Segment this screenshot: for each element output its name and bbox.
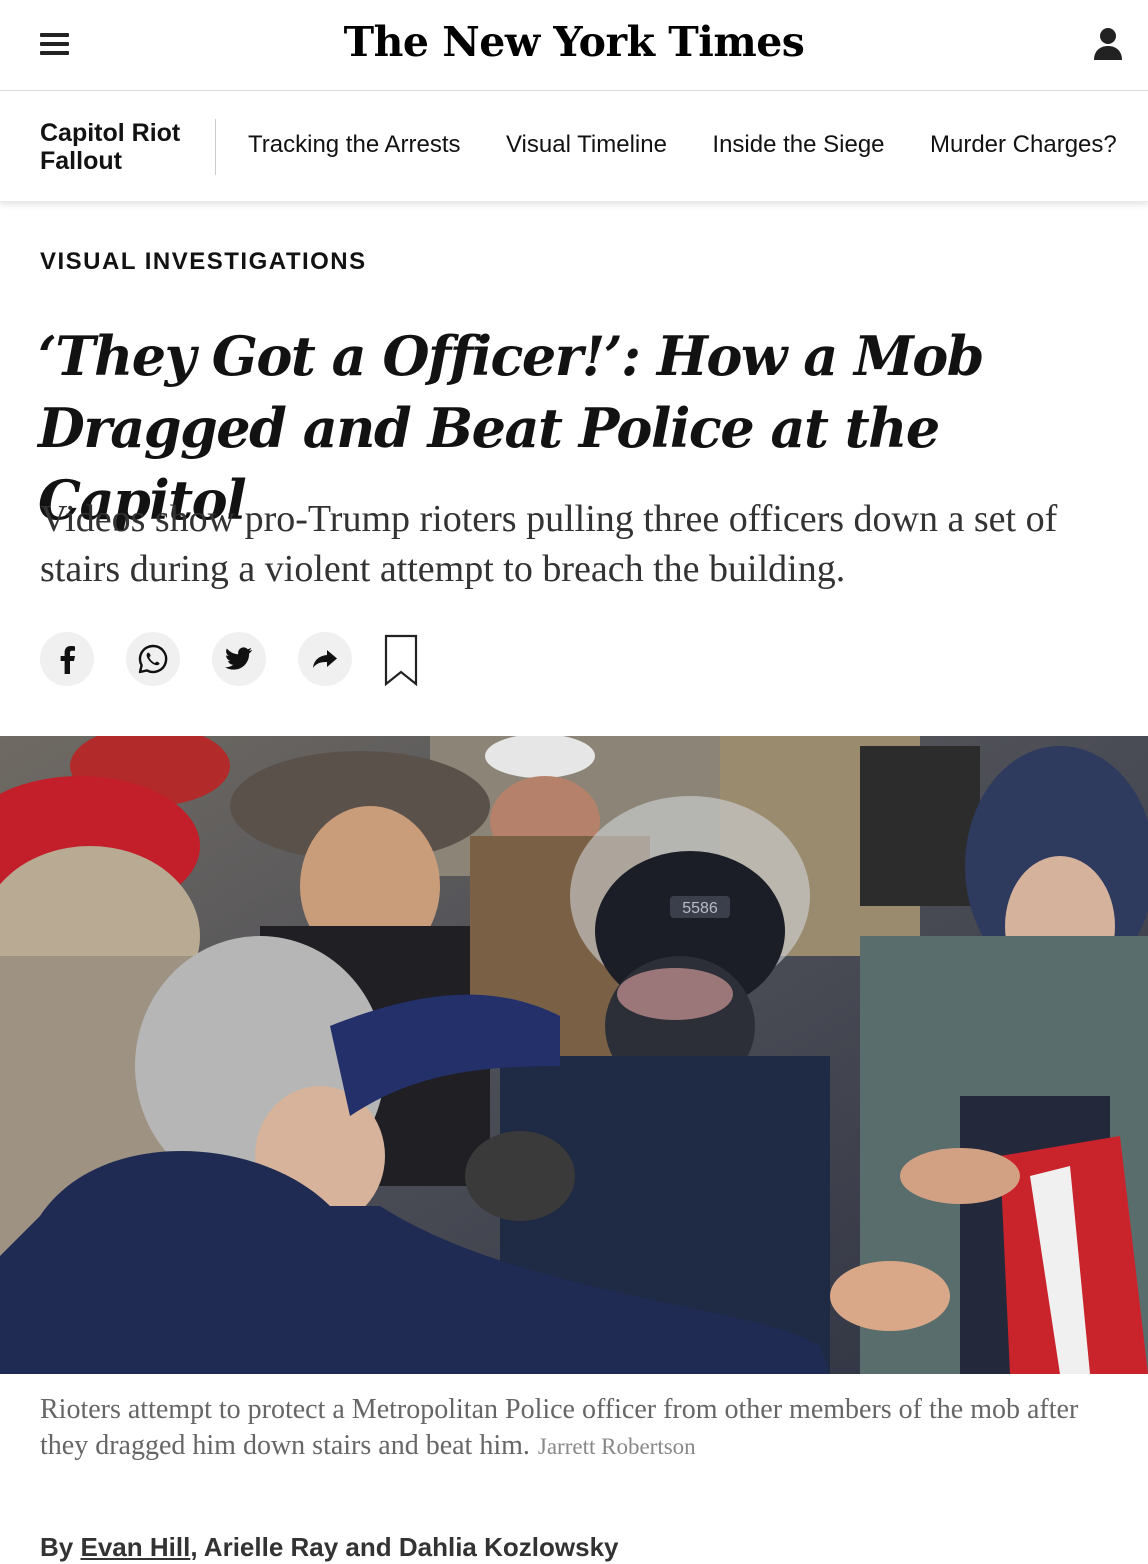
subnav-link-inside-siege[interactable]: Inside the Siege — [712, 131, 884, 159]
lead-photo: 5586 — [0, 736, 1148, 1374]
share-arrow-icon[interactable] — [298, 632, 352, 686]
subnav-divider — [215, 119, 216, 175]
byline-rest: , Arielle Ray and Dahlia Kozlowsky — [190, 1532, 619, 1562]
subnav-link-tracking-arrests[interactable]: Tracking the Arrests — [248, 131, 461, 159]
photo-caption: Rioters attempt to protect a Metropolita… — [40, 1392, 1100, 1465]
article-summary: Videos show pro-Trump rioters pulling th… — [40, 498, 1058, 590]
whatsapp-icon[interactable] — [126, 632, 180, 686]
user-account-icon[interactable] — [1092, 26, 1124, 62]
twitter-icon[interactable] — [212, 632, 266, 686]
photo-credit: Jarrett Robertson — [537, 1434, 696, 1459]
top-bar: The New York Times — [0, 0, 1148, 91]
section-label[interactable]: Capitol Riot Fallout — [40, 119, 210, 175]
subnav-link-murder-charges[interactable]: Murder Charges? — [930, 131, 1117, 159]
helmet-number: 5586 — [682, 900, 718, 917]
byline: By Evan Hill, Arielle Ray and Dahlia Koz… — [40, 1532, 619, 1563]
author-link-evan-hill[interactable]: Evan Hill — [80, 1532, 190, 1562]
masthead-logo[interactable]: The New York Times — [0, 18, 1148, 66]
section-subnav: Capitol Riot Fallout Tracking the Arrest… — [0, 91, 1148, 202]
lead-photo-illustration: 5586 — [0, 736, 1148, 1374]
bookmark-icon[interactable] — [384, 634, 418, 687]
byline-prefix: By — [40, 1532, 74, 1562]
subnav-links: Tracking the Arrests Visual Timeline Ins… — [248, 131, 1148, 159]
article-kicker[interactable]: VISUAL INVESTIGATIONS — [40, 248, 367, 276]
subnav-link-visual-timeline[interactable]: Visual Timeline — [506, 131, 667, 159]
facebook-icon[interactable] — [40, 632, 94, 686]
